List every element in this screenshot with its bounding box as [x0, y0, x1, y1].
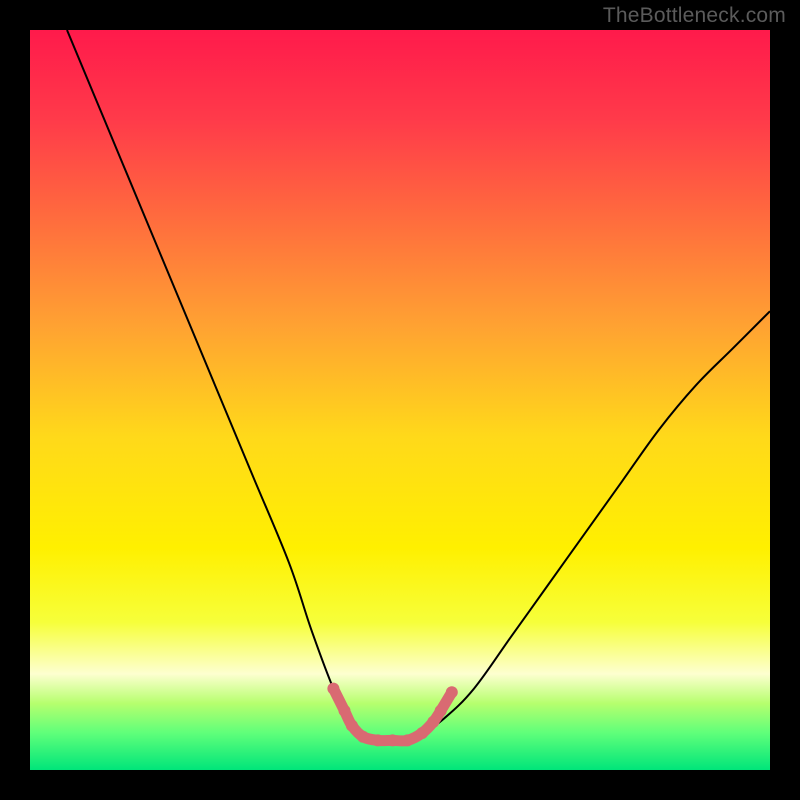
highlight-point [339, 705, 351, 717]
highlight-point [435, 705, 447, 717]
plot-area [30, 30, 770, 770]
chart-svg [30, 30, 770, 770]
highlight-point [387, 734, 399, 746]
chart-frame: TheBottleneck.com [0, 0, 800, 800]
highlight-point [416, 727, 428, 739]
highlight-point [357, 731, 369, 743]
highlight-point [446, 686, 458, 698]
highlight-point [427, 716, 439, 728]
highlight-point [346, 720, 358, 732]
gradient-background [30, 30, 770, 770]
highlight-point [401, 734, 413, 746]
watermark-label: TheBottleneck.com [603, 4, 786, 28]
highlight-point [372, 734, 384, 746]
highlight-point [327, 683, 339, 695]
